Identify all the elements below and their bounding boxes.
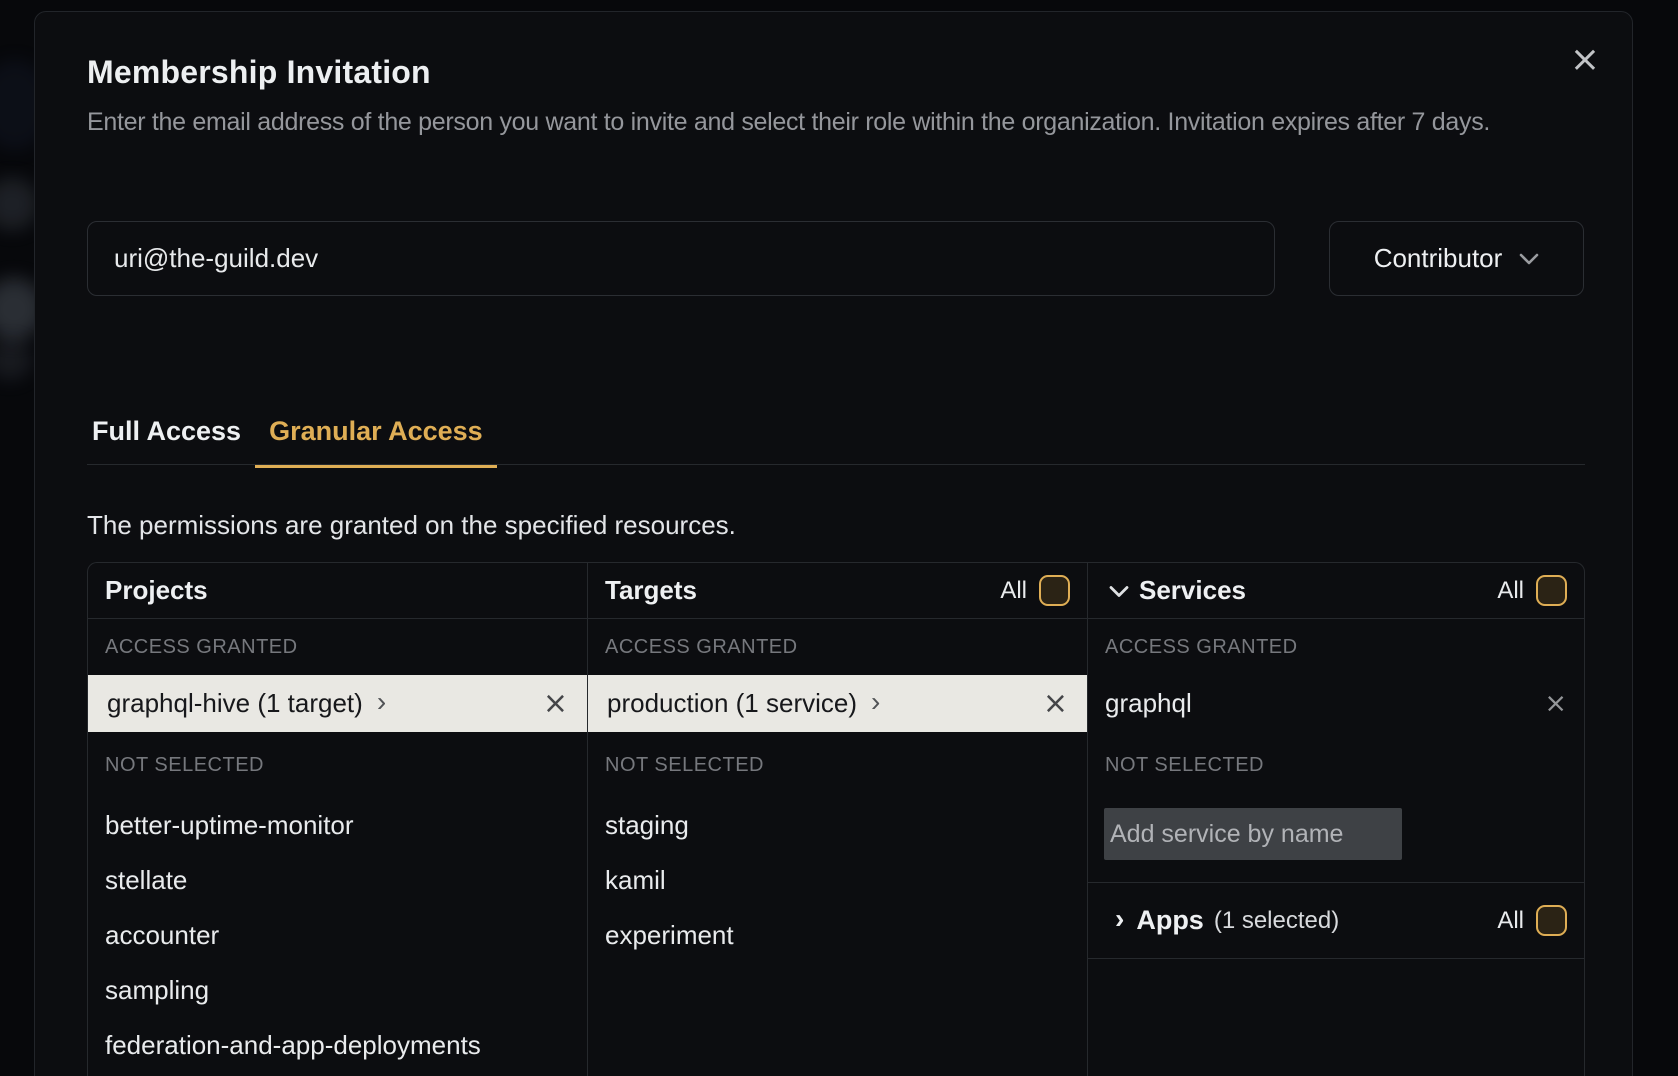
targets-column: Targets All ACCESS GRANTED production (1… — [587, 563, 1087, 1076]
chevron-down-icon — [1109, 585, 1129, 598]
chevron-down-icon — [1519, 253, 1539, 265]
membership-invitation-dialog: × Membership Invitation Enter the email … — [34, 11, 1633, 1076]
targets-all-checkbox[interactable] — [1039, 575, 1070, 606]
close-icon: × — [1570, 39, 1600, 80]
apps-selected-count: (1 selected) — [1214, 907, 1339, 935]
project-item[interactable]: sampling — [88, 963, 587, 1018]
dialog-title: Membership Invitation — [87, 54, 431, 91]
target-item[interactable]: kamil — [588, 853, 1087, 908]
invite-email-input[interactable] — [87, 221, 1275, 296]
selected-project-row[interactable]: graphql-hive (1 target) › × — [88, 675, 587, 732]
tab-full-access[interactable]: Full Access — [78, 416, 255, 468]
services-column-header[interactable]: Services All — [1088, 563, 1584, 619]
access-tabs: Full Access Granular Access — [78, 416, 497, 468]
apps-all-checkbox[interactable] — [1536, 905, 1567, 936]
projects-column-header: Projects — [88, 563, 587, 619]
targets-column-header: Targets All — [588, 563, 1087, 619]
services-all-checkbox[interactable] — [1536, 575, 1567, 606]
backdrop-blur-fragment — [0, 178, 38, 230]
remove-icon: × — [543, 686, 568, 721]
project-item[interactable]: accounter — [88, 908, 587, 963]
selected-target-name: production (1 service) — [607, 688, 857, 719]
apps-all-label: All — [1497, 907, 1524, 935]
targets-all-label: All — [1000, 577, 1027, 605]
remove-icon: × — [1544, 688, 1567, 719]
granted-service-name: graphql — [1105, 688, 1192, 719]
dialog-description: Enter the email address of the person yo… — [87, 104, 1595, 140]
services-not-selected-label: NOT SELECTED — [1088, 732, 1584, 798]
chevron-right-icon: › — [871, 688, 880, 720]
services-access-granted-label: ACCESS GRANTED — [1088, 619, 1584, 675]
project-item[interactable]: stellate — [88, 853, 587, 908]
projects-access-granted-label: ACCESS GRANTED — [88, 619, 587, 675]
apps-section-row[interactable]: › Apps (1 selected) All — [1088, 883, 1584, 959]
add-service-input[interactable] — [1104, 808, 1402, 860]
permissions-note: The permissions are granted on the speci… — [87, 510, 736, 541]
services-column: Services All ACCESS GRANTED graphql × NO… — [1087, 563, 1584, 1076]
remove-target-button[interactable]: × — [1043, 689, 1068, 719]
projects-column: Projects ACCESS GRANTED graphql-hive (1 … — [88, 563, 587, 1076]
tab-granular-access[interactable]: Granular Access — [255, 416, 497, 468]
close-button[interactable]: × — [1565, 40, 1605, 80]
target-item[interactable]: staging — [588, 798, 1087, 853]
projects-header-label: Projects — [105, 575, 208, 606]
remove-service-button[interactable]: × — [1544, 690, 1567, 717]
projects-not-selected-label: NOT SELECTED — [88, 732, 587, 798]
chevron-right-icon: › — [377, 688, 386, 720]
services-header-label: Services — [1139, 575, 1246, 606]
role-selected-value: Contributor — [1374, 243, 1503, 274]
targets-access-granted-label: ACCESS GRANTED — [588, 619, 1087, 675]
chevron-right-icon: › — [1115, 905, 1124, 933]
project-item[interactable]: federation-and-app-deployments — [88, 1018, 587, 1073]
project-item[interactable]: better-uptime-monitor — [88, 798, 587, 853]
targets-not-selected-label: NOT SELECTED — [588, 732, 1087, 798]
remove-project-button[interactable]: × — [543, 689, 568, 719]
services-all-label: All — [1497, 577, 1524, 605]
selected-target-row[interactable]: production (1 service) › × — [588, 675, 1087, 732]
target-item[interactable]: experiment — [588, 908, 1087, 963]
targets-header-label: Targets — [605, 575, 697, 606]
selected-project-name: graphql-hive (1 target) — [107, 688, 363, 719]
apps-label: Apps — [1136, 905, 1204, 936]
resources-panel: Projects ACCESS GRANTED graphql-hive (1 … — [87, 562, 1585, 1076]
granted-service-row: graphql × — [1088, 675, 1584, 732]
remove-icon: × — [1043, 686, 1068, 721]
backdrop-blur-fragment — [0, 340, 32, 380]
role-select[interactable]: Contributor — [1329, 221, 1584, 296]
